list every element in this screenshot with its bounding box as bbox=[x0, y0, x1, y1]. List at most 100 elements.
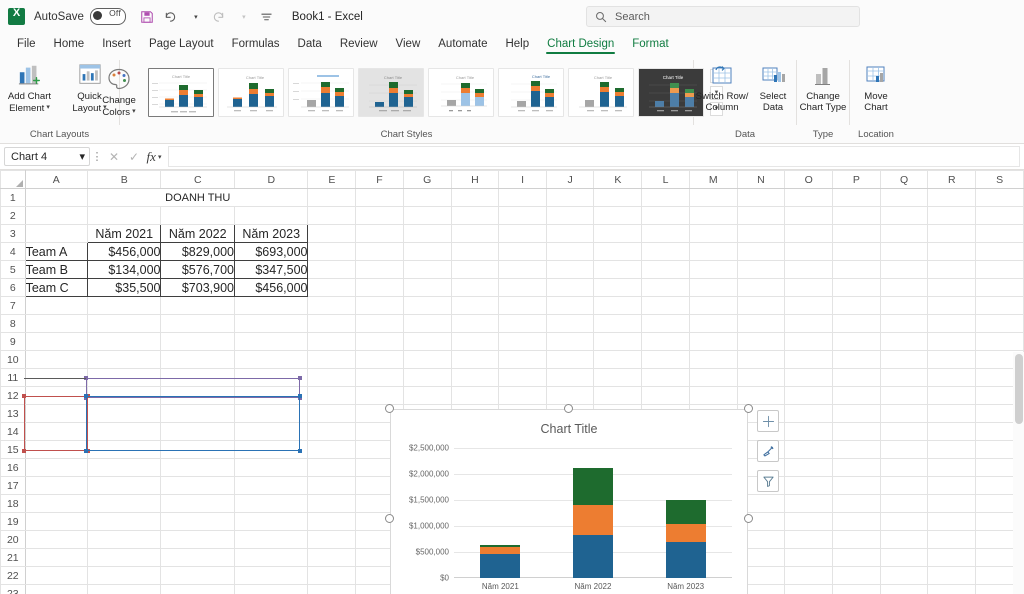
cell-B21[interactable] bbox=[87, 549, 161, 567]
cell-L4[interactable] bbox=[642, 243, 690, 261]
cell-header-D3[interactable]: Năm 2023 bbox=[234, 225, 308, 243]
chart-bar-segment-team-a[interactable] bbox=[666, 542, 706, 578]
row-header-11[interactable]: 11 bbox=[1, 369, 26, 387]
chart-bar[interactable] bbox=[480, 545, 520, 578]
row-header-23[interactable]: 23 bbox=[1, 585, 26, 594]
cell-Q10[interactable] bbox=[880, 351, 928, 369]
cell-R15[interactable] bbox=[928, 441, 976, 459]
cell-C12[interactable] bbox=[161, 387, 235, 405]
cell-J11[interactable] bbox=[546, 369, 594, 387]
cell-P12[interactable] bbox=[833, 387, 881, 405]
row-header-19[interactable]: 19 bbox=[1, 513, 26, 531]
cell-J1[interactable] bbox=[546, 189, 594, 207]
cell-P22[interactable] bbox=[833, 567, 881, 585]
cell-M3[interactable] bbox=[689, 225, 737, 243]
cell-D20[interactable] bbox=[234, 531, 308, 549]
cell-J3[interactable] bbox=[546, 225, 594, 243]
cell-J10[interactable] bbox=[546, 351, 594, 369]
cell-B18[interactable] bbox=[87, 495, 161, 513]
cell-B17[interactable] bbox=[87, 477, 161, 495]
cell-S4[interactable] bbox=[976, 243, 1024, 261]
cell-D18[interactable] bbox=[234, 495, 308, 513]
cell-D22[interactable] bbox=[234, 567, 308, 585]
cell-G2[interactable] bbox=[403, 207, 451, 225]
column-header-j[interactable]: J bbox=[546, 171, 594, 189]
cell-J8[interactable] bbox=[546, 315, 594, 333]
save-icon[interactable] bbox=[136, 6, 158, 28]
cell-R5[interactable] bbox=[928, 261, 976, 279]
cell-K5[interactable] bbox=[594, 261, 642, 279]
cell-G5[interactable] bbox=[403, 261, 451, 279]
cell-C18[interactable] bbox=[161, 495, 235, 513]
column-header-r[interactable]: R bbox=[928, 171, 976, 189]
chart-style-thumbnail[interactable]: Chart Title bbox=[428, 68, 494, 117]
cell-D6[interactable]: $456,000 bbox=[234, 279, 308, 297]
tab-automate[interactable]: Automate bbox=[429, 35, 496, 54]
cell-header-B3[interactable]: Năm 2021 bbox=[87, 225, 161, 243]
cell-G8[interactable] bbox=[403, 315, 451, 333]
select-all-corner[interactable] bbox=[1, 171, 26, 189]
cell-D11[interactable] bbox=[234, 369, 308, 387]
cell-K8[interactable] bbox=[594, 315, 642, 333]
column-header-b[interactable]: B bbox=[87, 171, 161, 189]
undo-dropdown-icon[interactable]: ▾ bbox=[184, 6, 206, 28]
cell-N12[interactable] bbox=[737, 387, 785, 405]
cell-R21[interactable] bbox=[928, 549, 976, 567]
cell-C2[interactable] bbox=[161, 207, 235, 225]
tab-file[interactable]: File bbox=[8, 35, 45, 54]
column-header-n[interactable]: N bbox=[737, 171, 785, 189]
column-header-l[interactable]: L bbox=[642, 171, 690, 189]
cell-B19[interactable] bbox=[87, 513, 161, 531]
cell-A16[interactable] bbox=[25, 459, 87, 477]
cell-C10[interactable] bbox=[161, 351, 235, 369]
chart-style-thumbnail[interactable]: Chart Title bbox=[148, 68, 214, 117]
cell-H4[interactable] bbox=[451, 243, 499, 261]
chart-filters-button[interactable] bbox=[757, 470, 779, 492]
cell-P6[interactable] bbox=[833, 279, 881, 297]
cell-K12[interactable] bbox=[594, 387, 642, 405]
cell-Q18[interactable] bbox=[880, 495, 928, 513]
row-header-9[interactable]: 9 bbox=[1, 333, 26, 351]
cell-F5[interactable] bbox=[356, 261, 404, 279]
cell-F9[interactable] bbox=[356, 333, 404, 351]
cancel-icon[interactable]: ✕ bbox=[104, 150, 124, 164]
chart-bar-segment-team-c[interactable] bbox=[573, 468, 613, 505]
cell-P18[interactable] bbox=[833, 495, 881, 513]
cell-A22[interactable] bbox=[25, 567, 87, 585]
cell-D4[interactable]: $693,000 bbox=[234, 243, 308, 261]
cell-P13[interactable] bbox=[833, 405, 881, 423]
cell-S8[interactable] bbox=[976, 315, 1024, 333]
tab-page-layout[interactable]: Page Layout bbox=[140, 35, 223, 54]
cell-G12[interactable] bbox=[403, 387, 451, 405]
cell-M4[interactable] bbox=[689, 243, 737, 261]
chart-handle-top-left[interactable] bbox=[385, 404, 394, 413]
cell-title-doanh-thu[interactable]: DOANH THU bbox=[87, 189, 308, 207]
cell-K7[interactable] bbox=[594, 297, 642, 315]
cell-J6[interactable] bbox=[546, 279, 594, 297]
cell-K6[interactable] bbox=[594, 279, 642, 297]
row-header-5[interactable]: 5 bbox=[1, 261, 26, 279]
cell-I3[interactable] bbox=[499, 225, 547, 243]
chart-bar-segment-team-a[interactable] bbox=[573, 535, 613, 578]
cell-F10[interactable] bbox=[356, 351, 404, 369]
cell-N4[interactable] bbox=[737, 243, 785, 261]
row-header-12[interactable]: 12 bbox=[1, 387, 26, 405]
cell-P3[interactable] bbox=[833, 225, 881, 243]
cell-P23[interactable] bbox=[833, 585, 881, 594]
cell-L2[interactable] bbox=[642, 207, 690, 225]
undo-icon[interactable] bbox=[160, 6, 182, 28]
cell-K4[interactable] bbox=[594, 243, 642, 261]
cell-L11[interactable] bbox=[642, 369, 690, 387]
enter-icon[interactable]: ✓ bbox=[124, 150, 144, 164]
customize-quick-access-icon[interactable] bbox=[256, 6, 278, 28]
cell-H9[interactable] bbox=[451, 333, 499, 351]
cell-Q7[interactable] bbox=[880, 297, 928, 315]
cell-E4[interactable] bbox=[308, 243, 356, 261]
cell-R11[interactable] bbox=[928, 369, 976, 387]
cell-O12[interactable] bbox=[785, 387, 833, 405]
cell-C23[interactable] bbox=[161, 585, 235, 594]
cell-E10[interactable] bbox=[308, 351, 356, 369]
cell-M10[interactable] bbox=[689, 351, 737, 369]
cell-K9[interactable] bbox=[594, 333, 642, 351]
cell-R19[interactable] bbox=[928, 513, 976, 531]
